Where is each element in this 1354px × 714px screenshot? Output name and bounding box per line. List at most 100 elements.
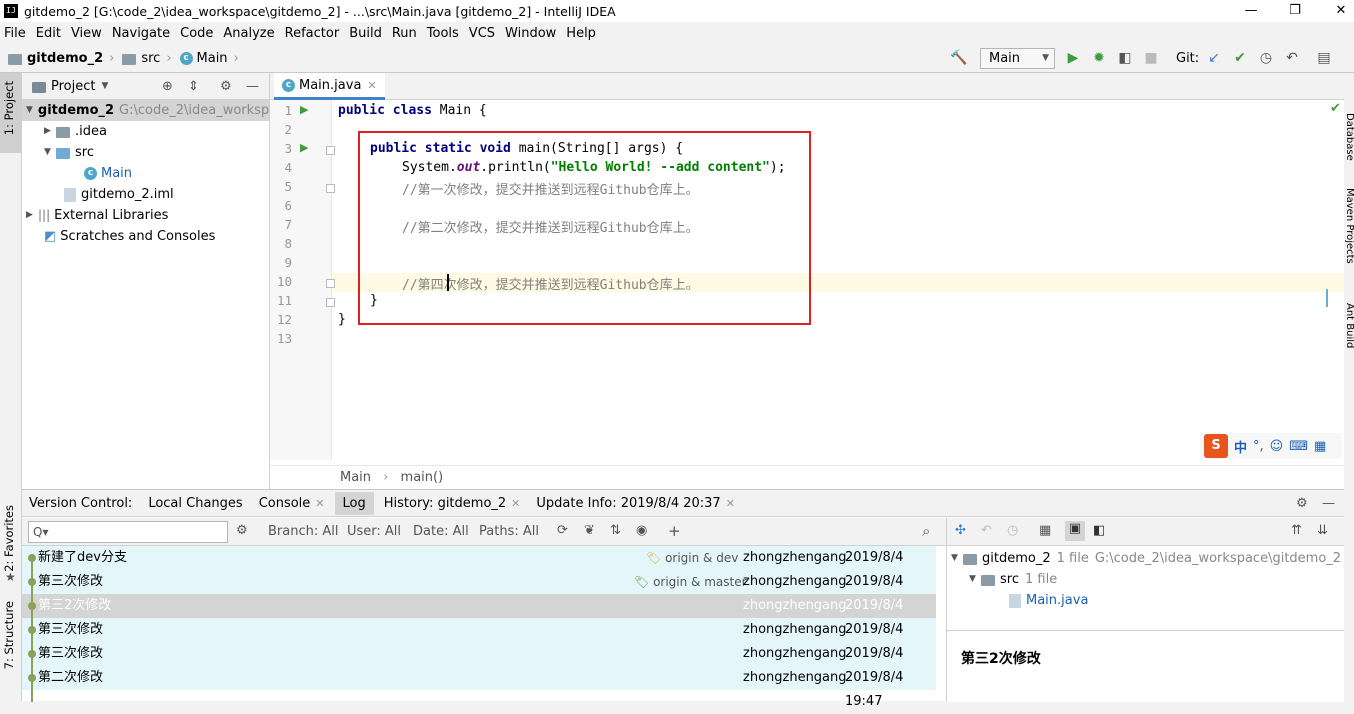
tab-console[interactable]: Console ✕	[259, 496, 325, 511]
search-icon[interactable]: ⌕	[922, 522, 930, 540]
maven-tool-tab[interactable]: Maven Projects	[1344, 188, 1354, 264]
footer-class-crumb[interactable]: Main	[340, 470, 371, 485]
tree-row-external-libraries[interactable]: ▶ ||| External Libraries	[26, 205, 168, 226]
tree-row-src[interactable]: ▼ src	[44, 142, 94, 163]
database-tool-tab[interactable]: Database	[1344, 113, 1354, 161]
close-tab-icon[interactable]: ✕	[511, 497, 520, 510]
sort-icon[interactable]: ⇅	[610, 523, 621, 538]
footer-method-crumb[interactable]: main()	[401, 470, 444, 485]
log-row[interactable]: 第三次修改 zhongzhengang 2019/8/4 20:37	[22, 618, 936, 661]
git-history-icon[interactable]: ◷	[1257, 50, 1275, 66]
eye-icon[interactable]: ◉	[636, 523, 647, 538]
stop-icon[interactable]: ■	[1142, 50, 1160, 66]
menu-file[interactable]: File	[4, 26, 26, 41]
log-row[interactable]: 第二次修改 zhongzhengang 2019/8/4 19:47	[22, 666, 936, 709]
menu-window[interactable]: Window	[505, 26, 556, 41]
log-row[interactable]: 第三次修改 zhongzhengang 2019/8/4 20:03	[22, 642, 936, 685]
collapse-all-icon[interactable]: ⇕	[188, 79, 199, 94]
coverage-icon[interactable]: ◧	[1116, 50, 1134, 66]
run-icon[interactable]: ▶	[1064, 50, 1082, 66]
fold-icon[interactable]	[326, 279, 335, 288]
hide-icon[interactable]: —	[246, 79, 259, 94]
project-view-select[interactable]: Project	[51, 79, 95, 94]
close-tab-icon[interactable]: ✕	[726, 497, 735, 510]
menu-view[interactable]: View	[71, 26, 102, 41]
menu-vcs[interactable]: VCS	[469, 26, 495, 41]
minimize-button[interactable]: —	[1228, 0, 1274, 22]
log-search-input[interactable]: Q▾	[28, 521, 228, 543]
group-by-icon[interactable]: ▦	[1039, 523, 1051, 538]
add-icon[interactable]: +	[668, 522, 681, 540]
project-structure-icon[interactable]: ▤	[1315, 50, 1333, 66]
debug-icon[interactable]: ✹	[1090, 50, 1108, 66]
changes-tree-project[interactable]: ▼ gitdemo_2 1 file G:\code_2\idea_worksp…	[951, 548, 1341, 569]
menu-tools[interactable]: Tools	[427, 26, 459, 41]
ant-tool-tab[interactable]: Ant Build	[1344, 303, 1354, 348]
git-rollback-icon[interactable]: ↶	[1283, 50, 1301, 66]
git-commit-icon[interactable]: ✔	[1231, 50, 1249, 66]
revert-icon[interactable]: ↶	[981, 523, 992, 538]
breadcrumb-project[interactable]: gitdemo_2 ›	[8, 51, 114, 66]
menu-analyze[interactable]: Analyze	[223, 26, 274, 41]
locate-icon[interactable]: ⊕	[162, 79, 173, 94]
editor-gutter[interactable]: 1 2 3 4 5 6 7 8 9 10 11 12 13 ▶ ▶	[270, 100, 335, 460]
layout-side-icon[interactable]: ◧	[1093, 523, 1105, 538]
collapse-all-icon[interactable]: ⇊	[1317, 523, 1328, 538]
run-gutter-icon[interactable]: ▶	[300, 103, 308, 116]
favorites-tool-tab[interactable]: 2: Favorites	[2, 505, 16, 572]
structure-tool-tab[interactable]: 7: Structure	[2, 601, 16, 669]
build-hammer-icon[interactable]: 🔨	[950, 50, 968, 66]
branch-filter[interactable]: Branch: All	[268, 524, 338, 539]
close-tab-icon[interactable]: ✕	[367, 79, 376, 92]
log-row[interactable]: 第三次修改 🏷 origin & master zhongzhengang 20…	[22, 570, 936, 613]
close-button[interactable]: ✕	[1318, 0, 1354, 22]
gear-icon[interactable]: ⚙	[220, 79, 232, 94]
expand-all-icon[interactable]: ⇈	[1291, 523, 1302, 538]
gear-icon[interactable]: ⚙	[1296, 496, 1308, 511]
code-line-12[interactable]: }	[338, 312, 346, 327]
tab-log[interactable]: Log	[334, 491, 374, 515]
tree-row-project-root[interactable]: ▼ gitdemo_2 G:\code_2\idea_worksp	[22, 100, 269, 121]
chevron-down-icon[interactable]: ▼	[101, 81, 108, 91]
run-configuration-select[interactable]: Main ▼	[980, 48, 1055, 69]
tree-row-main[interactable]: c Main	[84, 163, 132, 184]
date-filter[interactable]: Date: All	[413, 524, 469, 539]
code-line-1[interactable]: public class Main {	[338, 103, 487, 118]
maximize-button[interactable]: ❐	[1272, 0, 1318, 22]
ime-toolbar[interactable]: S 中 °, ☺ ⌨ ▦	[1200, 433, 1342, 459]
menu-build[interactable]: Build	[349, 26, 382, 41]
breadcrumb-main[interactable]: c Main ›	[179, 51, 239, 66]
tree-row-scratches[interactable]: ◩ Scratches and Consoles	[44, 226, 215, 247]
menu-code[interactable]: Code	[180, 26, 213, 41]
git-update-icon[interactable]: ↙	[1205, 50, 1223, 66]
history-icon[interactable]: ◷	[1007, 523, 1018, 538]
fold-icon[interactable]	[326, 184, 335, 193]
menu-run[interactable]: Run	[392, 26, 417, 41]
breadcrumb-src[interactable]: src ›	[122, 51, 172, 66]
paths-filter[interactable]: Paths: All	[479, 524, 539, 539]
close-tab-icon[interactable]: ✕	[315, 497, 324, 510]
log-row-selected[interactable]: 第三2次修改 zhongzhengang 2019/8/4 20:38	[22, 594, 936, 637]
hide-icon[interactable]: —	[1322, 496, 1335, 511]
changes-tree-src[interactable]: ▼ src 1 file	[969, 569, 1057, 590]
gear-icon[interactable]: ⚙	[236, 523, 248, 538]
menu-edit[interactable]: Edit	[36, 26, 61, 41]
menu-help[interactable]: Help	[566, 26, 596, 41]
fold-icon[interactable]	[326, 146, 335, 155]
tree-row-idea[interactable]: ▶ .idea	[44, 121, 107, 142]
changes-tree-file[interactable]: Main.java	[1009, 590, 1088, 611]
run-gutter-icon[interactable]: ▶	[300, 141, 308, 154]
tab-update-info[interactable]: Update Info: 2019/8/4 20:37 ✕	[536, 496, 735, 511]
layout-bottom-icon[interactable]: ▣	[1065, 521, 1085, 541]
log-row[interactable]: 新建了dev分支 🏷 origin & dev zhongzhengang 20…	[22, 546, 936, 589]
tree-row-iml[interactable]: gitdemo_2.iml	[64, 184, 174, 205]
project-tool-tab[interactable]: 1: Project	[2, 81, 16, 135]
menu-navigate[interactable]: Navigate	[112, 26, 170, 41]
user-filter[interactable]: User: All	[347, 524, 401, 539]
tab-history[interactable]: History: gitdemo_2 ✕	[384, 496, 521, 511]
fold-icon[interactable]	[326, 298, 335, 307]
tab-local-changes[interactable]: Local Changes	[148, 496, 242, 511]
cherry-pick-icon[interactable]: ❦	[584, 523, 595, 538]
pin-icon[interactable]: ✣	[955, 523, 966, 538]
tab-main-java[interactable]: c Main.java ✕	[274, 73, 385, 100]
